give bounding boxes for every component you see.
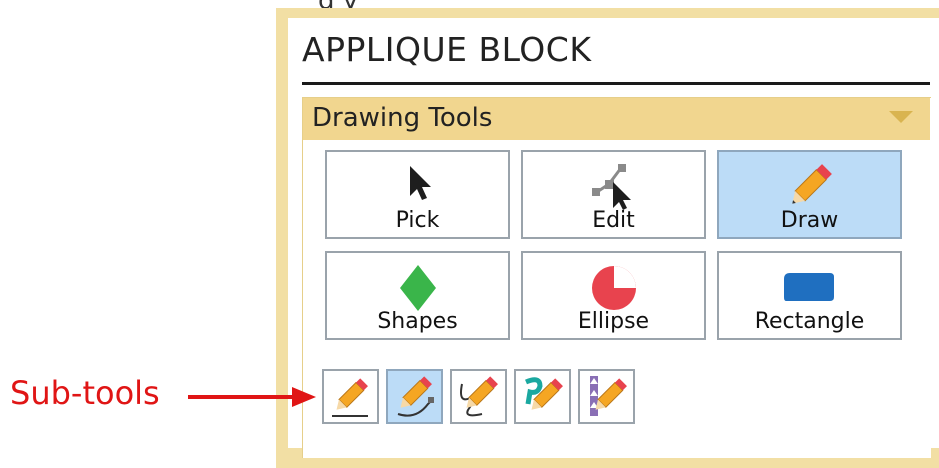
tool-rectangle-label: Rectangle bbox=[754, 309, 865, 334]
pencil-hook-icon bbox=[525, 377, 563, 410]
rounded-rectangle-icon bbox=[783, 273, 834, 301]
diamond-icon bbox=[399, 265, 436, 311]
pencil-icon bbox=[791, 164, 832, 204]
tool-ellipse-label: Ellipse bbox=[577, 309, 650, 334]
tool-edit-label: Edit bbox=[592, 208, 635, 233]
pencil-steps-icon bbox=[590, 376, 627, 416]
callout-label: Sub-tools bbox=[10, 374, 160, 412]
pencil-freehand-icon bbox=[460, 376, 498, 417]
panel-title: APPLIQUE BLOCK bbox=[302, 30, 592, 69]
subtool-curve-button[interactable] bbox=[386, 369, 443, 424]
pie-ellipse-icon bbox=[591, 266, 636, 310]
tool-shapes-label: Shapes bbox=[377, 309, 458, 334]
callout-arrow-icon bbox=[188, 387, 316, 407]
pencil-line-icon bbox=[332, 378, 368, 417]
section-label: Drawing Tools bbox=[312, 103, 493, 133]
tool-rectangle-button[interactable]: Rectangle bbox=[717, 251, 902, 340]
subtool-freehand-button[interactable] bbox=[450, 369, 507, 424]
tool-pick-button[interactable]: Pick bbox=[325, 150, 510, 239]
tool-edit-button[interactable]: Edit bbox=[521, 150, 706, 239]
tool-pick-label: Pick bbox=[395, 208, 440, 233]
tool-ellipse-button[interactable]: Ellipse bbox=[521, 251, 706, 340]
subtool-line-button[interactable] bbox=[322, 369, 379, 424]
tool-draw-label: Draw bbox=[780, 208, 839, 233]
subtool-hook-button[interactable] bbox=[514, 369, 571, 424]
arrow-cursor-icon bbox=[409, 166, 431, 200]
chevron-down-icon[interactable] bbox=[889, 111, 913, 123]
pencil-curve-icon bbox=[397, 376, 434, 417]
tool-shapes-button[interactable]: Shapes bbox=[325, 251, 510, 340]
title-divider bbox=[302, 82, 930, 85]
node-edit-icon bbox=[591, 164, 631, 210]
subtool-steps-button[interactable] bbox=[578, 369, 635, 424]
tool-draw-button[interactable]: Draw bbox=[717, 150, 902, 239]
